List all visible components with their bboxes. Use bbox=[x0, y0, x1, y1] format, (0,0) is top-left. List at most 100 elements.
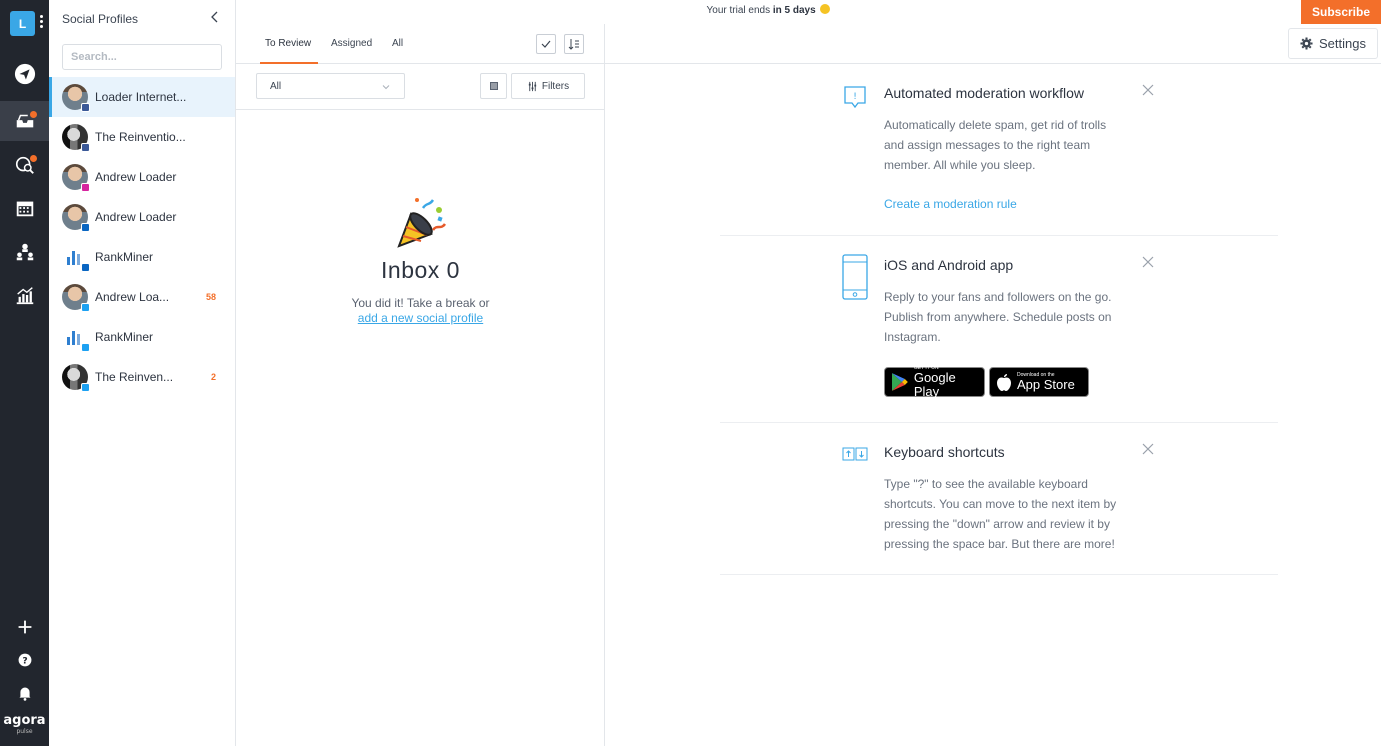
tab-assigned[interactable]: Assigned bbox=[331, 38, 372, 49]
settings-button[interactable]: Settings bbox=[1288, 28, 1378, 59]
check-icon bbox=[541, 40, 551, 48]
card-line: and assign messages to the right team bbox=[884, 138, 1091, 152]
profile-name: RankMiner bbox=[95, 250, 154, 264]
google-play-text: Google Play bbox=[913, 370, 956, 399]
profile-item[interactable]: RankMiner bbox=[49, 317, 235, 357]
social-profiles-panel: Social Profiles Loader Internet... The R… bbox=[49, 0, 236, 746]
card-line: Publish from anywhere. Schedule posts on bbox=[884, 310, 1112, 324]
card-title: Keyboard shortcuts bbox=[884, 444, 1005, 460]
profile-item[interactable]: Andrew Loader bbox=[49, 197, 235, 237]
card-line: member. All while you sleep. bbox=[884, 158, 1036, 172]
inbox-type-select[interactable]: All bbox=[256, 73, 405, 99]
trial-days: in 5 days bbox=[772, 5, 816, 16]
add-icon bbox=[18, 620, 31, 634]
publish-icon bbox=[14, 63, 35, 85]
filter-sliders-icon bbox=[528, 81, 537, 91]
user-avatar[interactable]: L bbox=[10, 11, 35, 36]
subscribe-button[interactable]: Subscribe bbox=[1301, 0, 1381, 24]
profile-name: Andrew Loa... bbox=[95, 290, 170, 304]
list-view-button[interactable] bbox=[480, 73, 507, 99]
profile-name: The Reinven... bbox=[95, 370, 174, 384]
more-icon[interactable] bbox=[40, 15, 44, 30]
instagram-icon bbox=[81, 183, 90, 192]
unread-count-badge: 58 bbox=[205, 292, 216, 302]
card-title: Automated moderation workflow bbox=[884, 85, 1084, 101]
list-icon bbox=[489, 82, 498, 90]
profile-item[interactable]: RankMiner bbox=[49, 237, 235, 277]
logo-text: agora bbox=[3, 713, 46, 728]
listening-nav[interactable] bbox=[0, 145, 49, 185]
profile-item[interactable]: Andrew Loader bbox=[49, 157, 235, 197]
empty-text: You did it! Take a break or bbox=[351, 296, 490, 310]
sort-icon bbox=[568, 39, 579, 50]
empty-state: Inbox 0 You did it! Take a break or add … bbox=[236, 196, 605, 325]
filters-label: Filters bbox=[541, 80, 570, 92]
card-title: iOS and Android app bbox=[884, 257, 1014, 273]
card-text: Type "?" to see the available keyboard s… bbox=[884, 474, 1154, 554]
chevron-down-icon bbox=[382, 85, 390, 90]
google-play-icon bbox=[891, 373, 908, 391]
profile-list: Loader Internet... The Reinventio... And… bbox=[49, 77, 235, 397]
profile-search-input[interactable] bbox=[62, 44, 222, 70]
twitter-icon bbox=[81, 383, 90, 392]
gear-icon bbox=[1300, 37, 1313, 50]
publish-nav[interactable] bbox=[0, 54, 49, 94]
keyboard-icon bbox=[842, 447, 868, 461]
moderation-card: ! Automated moderation workflow Automati… bbox=[720, 64, 1278, 236]
facebook-icon bbox=[81, 103, 90, 112]
inbox-nav[interactable] bbox=[0, 101, 49, 141]
tab-to-review[interactable]: To Review bbox=[265, 38, 311, 49]
tab-all[interactable]: All bbox=[392, 38, 403, 49]
smiley-icon bbox=[820, 4, 831, 14]
apple-icon bbox=[997, 373, 1011, 391]
card-text: Reply to your fans and followers on the … bbox=[884, 287, 1134, 347]
profile-item[interactable]: The Reinventio... bbox=[49, 117, 235, 157]
filters-button[interactable]: Filters bbox=[511, 73, 585, 99]
notifications-nav[interactable] bbox=[0, 673, 49, 713]
profile-item[interactable]: Andrew Loa... 58 bbox=[49, 277, 235, 317]
card-line: Automatically delete spam, get rid of tr… bbox=[884, 118, 1107, 132]
profile-name: Loader Internet... bbox=[95, 90, 187, 104]
create-moderation-rule-link[interactable]: Create a moderation rule bbox=[884, 197, 1017, 211]
left-rail: L ? agora pulse bbox=[0, 0, 49, 746]
profile-name: Andrew Loader bbox=[95, 210, 177, 224]
settings-label: Settings bbox=[1319, 36, 1366, 51]
panel-title: Social Profiles bbox=[62, 12, 139, 26]
svg-text:?: ? bbox=[22, 656, 27, 667]
mark-reviewed-button[interactable] bbox=[536, 34, 556, 54]
card-line: pressing the space bar. But there are mo… bbox=[884, 537, 1115, 551]
team-nav[interactable] bbox=[0, 232, 49, 272]
linkedin-icon bbox=[81, 263, 90, 272]
profile-item[interactable]: Loader Internet... bbox=[49, 77, 235, 117]
app-store-badge[interactable]: Download on the App Store bbox=[989, 367, 1089, 397]
help-icon: ? bbox=[18, 653, 31, 667]
card-line: shortcuts. You can move to the next item… bbox=[884, 497, 1117, 511]
profile-item[interactable]: The Reinven... 2 bbox=[49, 357, 235, 397]
app-store-text: App Store bbox=[1017, 377, 1075, 392]
chevron-left-icon[interactable] bbox=[207, 9, 223, 25]
card-line: Instagram. bbox=[884, 330, 941, 344]
reports-nav[interactable] bbox=[0, 275, 49, 315]
reports-icon bbox=[16, 287, 33, 305]
calendar-nav[interactable] bbox=[0, 188, 49, 228]
empty-title: Inbox 0 bbox=[381, 257, 460, 283]
select-value: All bbox=[270, 81, 282, 92]
close-icon[interactable] bbox=[1141, 83, 1155, 97]
inbox-notification-dot bbox=[30, 111, 37, 118]
sort-button[interactable] bbox=[564, 34, 584, 54]
filter-bar: All Filters bbox=[236, 64, 605, 110]
twitter-icon bbox=[81, 343, 90, 352]
calendar-icon bbox=[16, 201, 33, 217]
close-icon[interactable] bbox=[1141, 255, 1155, 269]
card-line: Reply to your fans and followers on the … bbox=[884, 290, 1112, 304]
twitter-icon bbox=[81, 303, 90, 312]
trial-banner: Your trial ends in 5 days bbox=[236, 0, 1301, 24]
team-icon bbox=[16, 243, 33, 261]
close-icon[interactable] bbox=[1141, 442, 1155, 456]
phone-icon bbox=[842, 254, 868, 300]
google-play-badge[interactable]: GET IT ON Google Play bbox=[884, 365, 985, 399]
facebook-icon bbox=[81, 143, 90, 152]
agorapulse-logo[interactable]: agora pulse bbox=[0, 714, 49, 736]
inbox-panel: To Review Assigned All All Filters Inbox… bbox=[236, 24, 605, 746]
add-profile-link[interactable]: add a new social profile bbox=[236, 311, 605, 325]
